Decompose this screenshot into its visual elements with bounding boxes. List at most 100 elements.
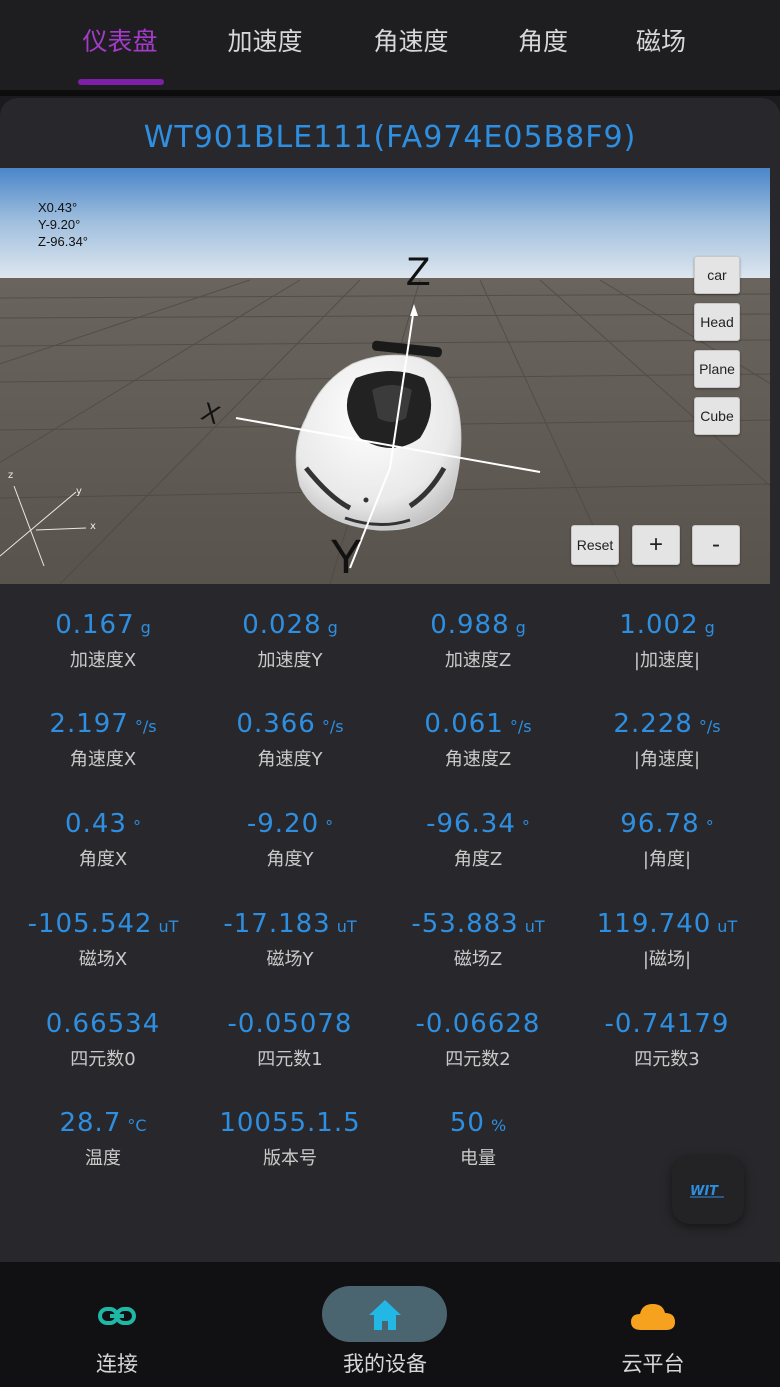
metric-unit: °/s xyxy=(698,717,721,736)
model-plane-button[interactable]: Plane xyxy=(694,350,740,388)
orientation-z: Z-96.34° xyxy=(38,234,89,249)
model-car-button[interactable]: car xyxy=(694,256,740,294)
zoom-in-button[interactable]: + xyxy=(632,525,680,565)
zoom-out-button[interactable]: - xyxy=(692,525,740,565)
metric-value-line: 0.167 g xyxy=(9,610,197,644)
metric-label: 加速度Y xyxy=(257,650,323,671)
metric-value: -0.05078 xyxy=(227,1009,353,1039)
metric-value: 10055.1.5 xyxy=(219,1108,361,1138)
metric-value: 0.167 xyxy=(55,610,135,640)
metric-cell: 119.740 uT |磁场| xyxy=(573,909,761,971)
car-seat xyxy=(372,385,412,422)
metric-label: 角速度Z xyxy=(444,749,512,770)
metric-label: 磁场Z xyxy=(453,949,503,970)
metric-cell: -0.05078 四元数1 xyxy=(196,1009,384,1071)
metric-value: -96.34 xyxy=(426,809,516,839)
metric-value-line: 119.740 uT xyxy=(573,909,761,943)
sky xyxy=(0,168,770,286)
reset-view-button[interactable]: Reset xyxy=(571,525,619,565)
z-axis-label: Z xyxy=(406,250,431,294)
metric-label: 角速度X xyxy=(69,749,137,770)
metric-unit: g xyxy=(704,618,715,637)
tab-angle[interactable]: 角度 xyxy=(483,22,603,62)
metric-label: 四元数3 xyxy=(634,1049,700,1070)
tab-acceleration[interactable]: 加速度 xyxy=(205,22,325,62)
link-icon xyxy=(98,1307,136,1325)
metric-cell: -17.183 uT 磁场Y xyxy=(196,909,384,971)
metric-value: 96.78 xyxy=(620,809,700,839)
metric-cell: 1.002 g |加速度| xyxy=(573,610,761,672)
device-title: WT901BLE111(FA974E05B8F9) xyxy=(143,120,637,155)
metric-cell: -9.20 ° 角度Y xyxy=(196,809,384,871)
metric-value: 0.061 xyxy=(424,709,504,739)
metric-value-line: -53.883 uT xyxy=(384,909,572,943)
metric-value-line: 1.002 g xyxy=(573,610,761,644)
metric-unit: ° xyxy=(325,817,334,836)
tab-angular-velocity[interactable]: 角速度 xyxy=(351,22,471,62)
metric-value: -0.74179 xyxy=(604,1009,730,1039)
metric-unit: °C xyxy=(127,1116,147,1135)
metric-value: -17.183 xyxy=(223,909,331,939)
wit-logo-icon: WIT xyxy=(690,1184,724,1199)
metric-value: -0.06628 xyxy=(415,1009,541,1039)
metric-label: 磁场X xyxy=(78,949,128,970)
metric-value-line: -0.74179 xyxy=(573,1009,761,1043)
metric-label: 角速度Y xyxy=(257,749,323,770)
tab-magnetic-field[interactable]: 磁场 xyxy=(601,22,721,62)
active-tab-indicator xyxy=(78,79,164,85)
cloud-icon xyxy=(631,1304,675,1330)
metric-cell: -53.883 uT 磁场Z xyxy=(384,909,572,971)
metric-value: 119.740 xyxy=(596,909,712,939)
metric-cell: 10055.1.5 版本号 xyxy=(196,1108,384,1170)
home-icon xyxy=(369,1300,401,1330)
metric-unit: °/s xyxy=(134,717,157,736)
metric-value-line: 10055.1.5 xyxy=(196,1108,384,1142)
metric-cell: 0.66534 四元数0 xyxy=(9,1009,197,1071)
metric-label: 角度Y xyxy=(266,849,314,870)
metric-unit: ° xyxy=(705,817,714,836)
nav-my-devices[interactable]: 我的设备 xyxy=(285,1262,485,1387)
nav-connect-label: 连接 xyxy=(96,1352,138,1376)
metric-unit: g xyxy=(140,618,151,637)
metric-value-line: 0.66534 xyxy=(9,1009,197,1043)
metric-label: 四元数2 xyxy=(445,1049,511,1070)
metric-value: -105.542 xyxy=(27,909,153,939)
metric-label: 四元数1 xyxy=(257,1049,323,1070)
metric-value-line: -0.05078 xyxy=(196,1009,384,1043)
3d-viewer[interactable]: Z X Y z y x X0.43° Y-9.20° Z-96.34° car … xyxy=(0,168,770,584)
metric-cell: -0.74179 四元数3 xyxy=(573,1009,761,1071)
metric-unit: uT xyxy=(524,917,545,936)
metric-label: |角速度| xyxy=(633,749,701,770)
metric-unit: g xyxy=(515,618,526,637)
metric-unit: uT xyxy=(158,917,179,936)
metric-value-line: 0.061 °/s xyxy=(384,709,572,743)
model-head-button[interactable]: Head xyxy=(694,303,740,341)
metric-value: 0.43 xyxy=(65,809,127,839)
metric-value: 2.197 xyxy=(49,709,129,739)
mini-z-label: z xyxy=(8,470,14,481)
metric-value-line: -9.20 ° xyxy=(196,809,384,843)
metric-value: -53.883 xyxy=(411,909,519,939)
nav-my-devices-label: 我的设备 xyxy=(343,1352,427,1376)
metric-label: 磁场Y xyxy=(266,949,314,970)
metric-value-line: 2.228 °/s xyxy=(573,709,761,743)
metric-value-line: 50% xyxy=(384,1108,572,1142)
nav-cloud-platform[interactable]: 云平台 xyxy=(553,1262,753,1387)
metric-cell: 2.228 °/s |角速度| xyxy=(573,709,761,771)
metric-value: 0.988 xyxy=(430,610,510,640)
model-cube-button[interactable]: Cube xyxy=(694,397,740,435)
metric-label: 加速度Z xyxy=(444,650,512,671)
metric-cell: 2.197 °/s 角速度X xyxy=(9,709,197,771)
metric-label: 电量 xyxy=(460,1148,496,1169)
nav-cloud-platform-label: 云平台 xyxy=(621,1352,685,1376)
metric-cell: 0.43 ° 角度X xyxy=(9,809,197,871)
metric-cell: -105.542 uT 磁场X xyxy=(9,909,197,971)
nav-connect[interactable]: 连接 xyxy=(17,1262,217,1387)
metric-cell: 0.061 °/s 角速度Z xyxy=(384,709,572,771)
tab-dashboard[interactable]: 仪表盘 xyxy=(60,22,180,62)
wit-logo-button[interactable]: WIT xyxy=(672,1156,744,1224)
metric-unit: g xyxy=(327,618,338,637)
metric-cell: -0.06628 四元数2 xyxy=(384,1009,572,1071)
metric-unit: ° xyxy=(132,817,141,836)
metric-cell: 0.028 g 加速度Y xyxy=(196,610,384,672)
